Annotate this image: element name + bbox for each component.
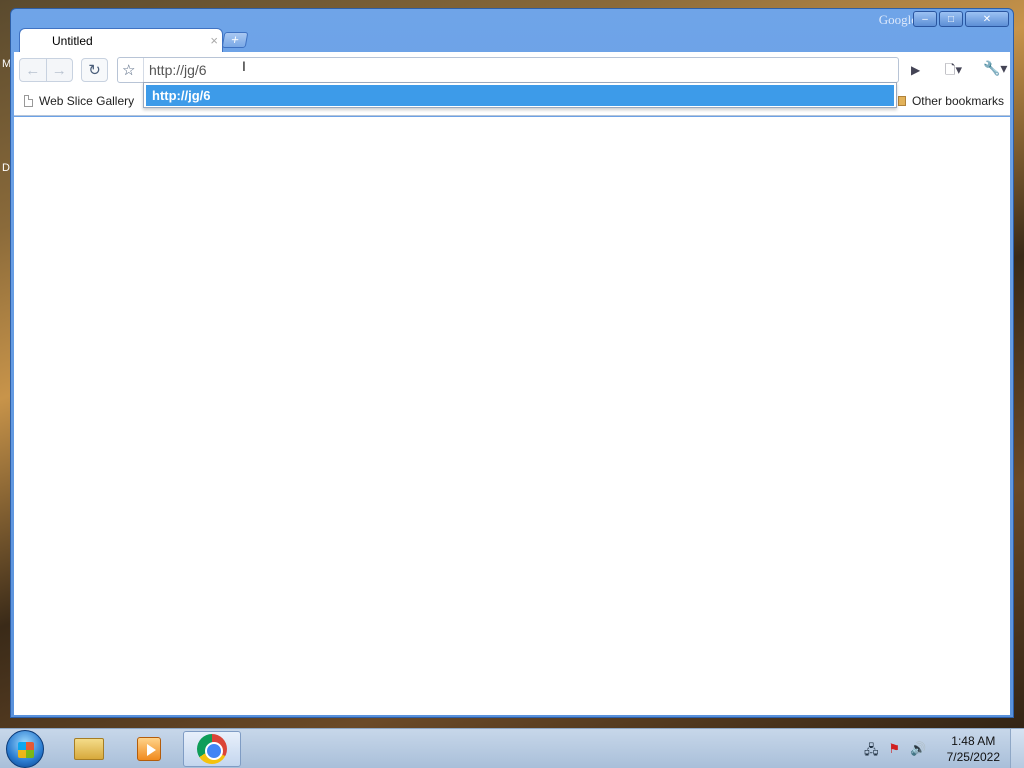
close-window-button[interactable]: ✕ [965,11,1009,27]
nav-buttons: ← → [19,58,73,82]
window-controls: – □ ✕ [913,11,1009,27]
folder-icon [74,738,104,760]
forward-arrow-icon[interactable]: → [45,59,73,81]
bookmark-web-slice-gallery[interactable]: Web Slice Gallery [24,94,134,108]
minimize-button[interactable]: – [913,11,937,27]
page-icon [24,95,33,107]
frame-brand-label: Google [878,12,917,27]
omnibox-divider [143,58,144,82]
page-content[interactable] [14,117,1010,715]
other-bookmarks-button[interactable]: Other bookmarks [897,94,1004,108]
clock-time: 1:48 AM [951,734,996,748]
page-menu-icon[interactable]: 🗋▾ [945,61,962,83]
chrome-icon [197,734,227,764]
maximize-button[interactable]: □ [939,11,963,27]
browser-window: Google – □ ✕ Untitled × + ← → ↻ ☆ I ▶ 🗋▾… [10,8,1014,718]
new-tab-button[interactable]: + [221,32,249,48]
omnibox[interactable]: ☆ I [117,57,899,83]
back-arrow-icon[interactable]: ← [20,59,46,81]
system-tray: 🖧 ⚑ 🔊 [864,741,926,763]
network-icon[interactable]: 🖧 [864,741,879,763]
start-button[interactable] [6,730,44,768]
bookmark-star-icon[interactable]: ☆ [122,61,135,79]
tab-title: Untitled [52,34,93,48]
clock[interactable]: 1:48 AM 7/25/2022 [947,733,1000,765]
autocomplete-dropdown: http://jg/6 [143,82,897,108]
clock-date: 7/25/2022 [946,750,1000,764]
address-input[interactable] [149,61,849,79]
go-button[interactable]: ▶ [911,63,920,77]
taskbar-app-media-player[interactable] [120,731,178,767]
reload-icon[interactable]: ↻ [81,58,108,82]
desktop-icon-label: D [2,162,10,174]
toolbar: ← → ↻ ☆ I ▶ 🗋▾ 🔧▾ [14,52,1010,84]
bookmark-label: Web Slice Gallery [39,94,135,108]
tab-untitled[interactable]: Untitled × [19,28,223,53]
media-player-icon [137,737,161,761]
action-center-icon[interactable]: ⚑ [889,741,901,763]
autocomplete-suggestion[interactable]: http://jg/6 [146,85,894,106]
taskbar-app-chrome[interactable] [183,731,241,767]
other-bookmarks-label: Other bookmarks [911,94,1004,108]
tab-close-icon[interactable]: × [210,33,218,48]
show-desktop-button[interactable] [1010,729,1024,768]
taskbar-app-explorer[interactable] [60,731,118,767]
text-cursor-icon: I [242,58,246,74]
folder-icon [897,96,906,106]
wrench-menu-icon[interactable]: 🔧▾ [983,60,1007,77]
taskbar: 🖧 ⚑ 🔊 1:48 AM 7/25/2022 [0,728,1024,768]
volume-icon[interactable]: 🔊 [910,741,926,763]
